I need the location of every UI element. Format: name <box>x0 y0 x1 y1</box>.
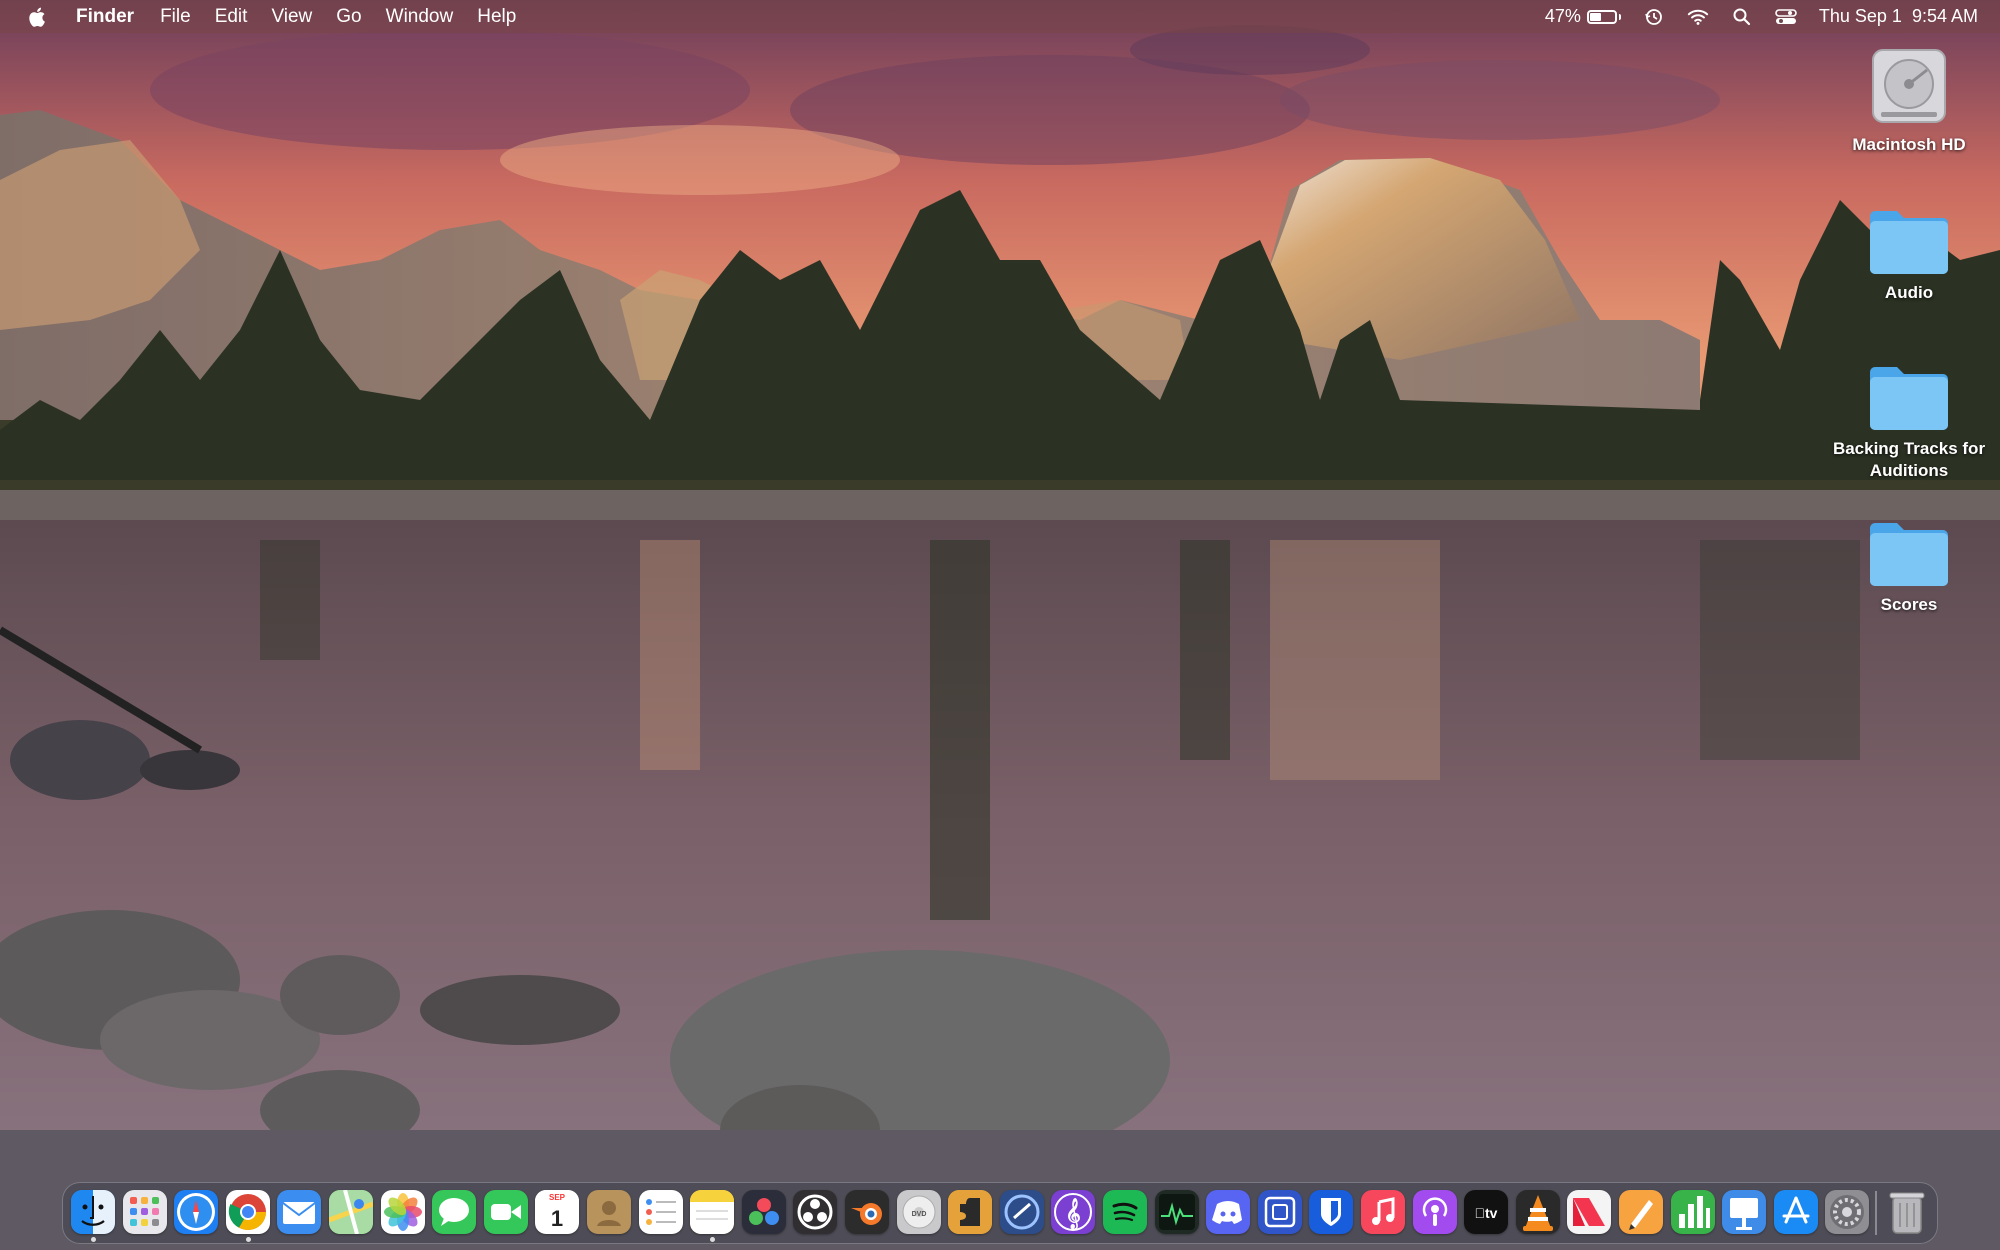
dock-app-launchpad-icon[interactable] <box>122 1190 167 1234</box>
time-machine-icon[interactable] <box>1643 6 1665 28</box>
svg-text:DVD: DVD <box>911 1211 926 1218</box>
dock-app-jigsaw-puzzle-app-icon[interactable] <box>948 1190 993 1234</box>
desktop-icon-label: Scores <box>1880 595 1938 614</box>
dock-app-spotify-icon[interactable] <box>1103 1190 1147 1234</box>
folder-icon <box>1870 211 1948 274</box>
dock-app-blender-icon[interactable] <box>845 1190 889 1234</box>
menu-bar: Finder File Edit View Go Window Help 47%… <box>0 0 2000 33</box>
battery-percent: 47% <box>1544 6 1581 26</box>
dock-app-app-store-icon[interactable] <box>1773 1190 1818 1234</box>
dock-app-safari-icon[interactable] <box>174 1190 219 1234</box>
dock-app-music-icon[interactable] <box>1361 1190 1405 1234</box>
menu-window[interactable]: Window <box>386 6 454 28</box>
desktop-icon-label: Audio <box>1884 283 1934 302</box>
dock-app-maps-icon[interactable] <box>329 1190 373 1234</box>
desktop-wallpaper <box>0 0 2000 1250</box>
dock-separator <box>1875 1191 1877 1235</box>
battery-level <box>1589 12 1602 21</box>
dock-app-mail-icon[interactable] <box>277 1190 322 1234</box>
svg-text:SEP: SEP <box>549 1193 566 1202</box>
dock-app-chrome-icon[interactable] <box>225 1190 270 1234</box>
dock-app-pages-icon[interactable] <box>1619 1190 1663 1234</box>
spotlight-search-icon[interactable] <box>1731 6 1753 28</box>
svg-text:tv: tv <box>1475 1205 1498 1221</box>
desktop-icon-audio[interactable]: Audio <box>1824 206 1994 304</box>
dock-app-discord-icon[interactable] <box>1206 1190 1251 1234</box>
dock-app-vlc-icon[interactable] <box>1515 1190 1560 1234</box>
dock-app-activity-monitor-icon[interactable] <box>1154 1190 1199 1234</box>
hard-drive-icon <box>1872 49 1946 123</box>
trash-icon[interactable] <box>1885 1190 1929 1234</box>
folder-icon <box>1870 367 1948 430</box>
dock-running-indicator <box>710 1237 716 1242</box>
dock-app-news-icon[interactable] <box>1567 1190 1612 1234</box>
dock-running-indicator <box>245 1237 251 1242</box>
menu-edit[interactable]: Edit <box>215 6 248 28</box>
app-menu-finder[interactable]: Finder <box>76 6 134 28</box>
dock-app-photos-icon[interactable] <box>380 1190 425 1234</box>
dock-app-screenflow-icon[interactable] <box>999 1190 1044 1234</box>
dock-app-finder-icon[interactable] <box>71 1190 115 1234</box>
control-center-icon[interactable] <box>1775 6 1797 28</box>
dock-app-dvd-player-icon[interactable]: DVD <box>896 1190 941 1234</box>
menu-file[interactable]: File <box>160 6 191 28</box>
desktop-icon-label: Backing Tracks for Auditions <box>1832 439 1986 480</box>
apple-icon[interactable] <box>26 5 50 29</box>
dock-app-facetime-icon[interactable] <box>483 1190 528 1234</box>
dock-app-numbers-icon[interactable] <box>1670 1190 1715 1234</box>
folder-icon <box>1870 523 1948 586</box>
dock-app-system-preferences-icon[interactable] <box>1825 1190 1870 1234</box>
dock-app-podcasts-icon[interactable] <box>1412 1190 1457 1234</box>
battery-icon <box>1586 9 1617 24</box>
menu-view[interactable]: View <box>271 6 312 28</box>
dock-app-calendar-icon[interactable]: SEP 1 <box>535 1190 580 1234</box>
dock-app-davinci-resolve-icon[interactable] <box>741 1190 786 1234</box>
dock-app-messages-icon[interactable] <box>432 1190 477 1234</box>
dock-app-apple-tv-icon[interactable]: tv <box>1464 1190 1509 1234</box>
wifi-icon[interactable] <box>1687 6 1709 28</box>
menubar-clock[interactable]: Thu Sep 1 9:54 AM <box>1819 6 1978 27</box>
dock-app-obs-icon[interactable] <box>793 1190 838 1234</box>
dock-app-bitwarden-icon[interactable] <box>1309 1190 1354 1234</box>
svg-text:𝄞: 𝄞 <box>1066 1197 1081 1231</box>
dock: SEP 1 DVD 𝄞 tv <box>62 1182 1938 1244</box>
desktop-icon-scores[interactable]: Scores <box>1824 518 1994 616</box>
dock-app-screen-capture-app-icon[interactable] <box>1257 1190 1302 1234</box>
dock-app-keynote-icon[interactable] <box>1722 1190 1767 1234</box>
desktop-icon-macintosh-hd[interactable]: Macintosh HD <box>1824 44 1994 156</box>
desktop-icon-backing-tracks[interactable]: Backing Tracks for Auditions <box>1824 362 1994 482</box>
dock-running-indicator <box>91 1237 96 1242</box>
battery-tip <box>1618 13 1621 20</box>
battery-status[interactable]: 47% <box>1545 6 1621 27</box>
desktop-icon-label: Macintosh HD <box>1852 135 1966 154</box>
svg-text:1: 1 <box>551 1206 563 1231</box>
dock-app-reminders-icon[interactable] <box>638 1190 683 1234</box>
dock-app-notes-icon[interactable] <box>690 1190 735 1234</box>
menu-go[interactable]: Go <box>336 6 361 28</box>
menu-help[interactable]: Help <box>477 6 516 28</box>
dock-app-musescore-icon[interactable]: 𝄞 <box>1051 1190 1096 1234</box>
dock-app-contacts-icon[interactable] <box>587 1190 631 1234</box>
